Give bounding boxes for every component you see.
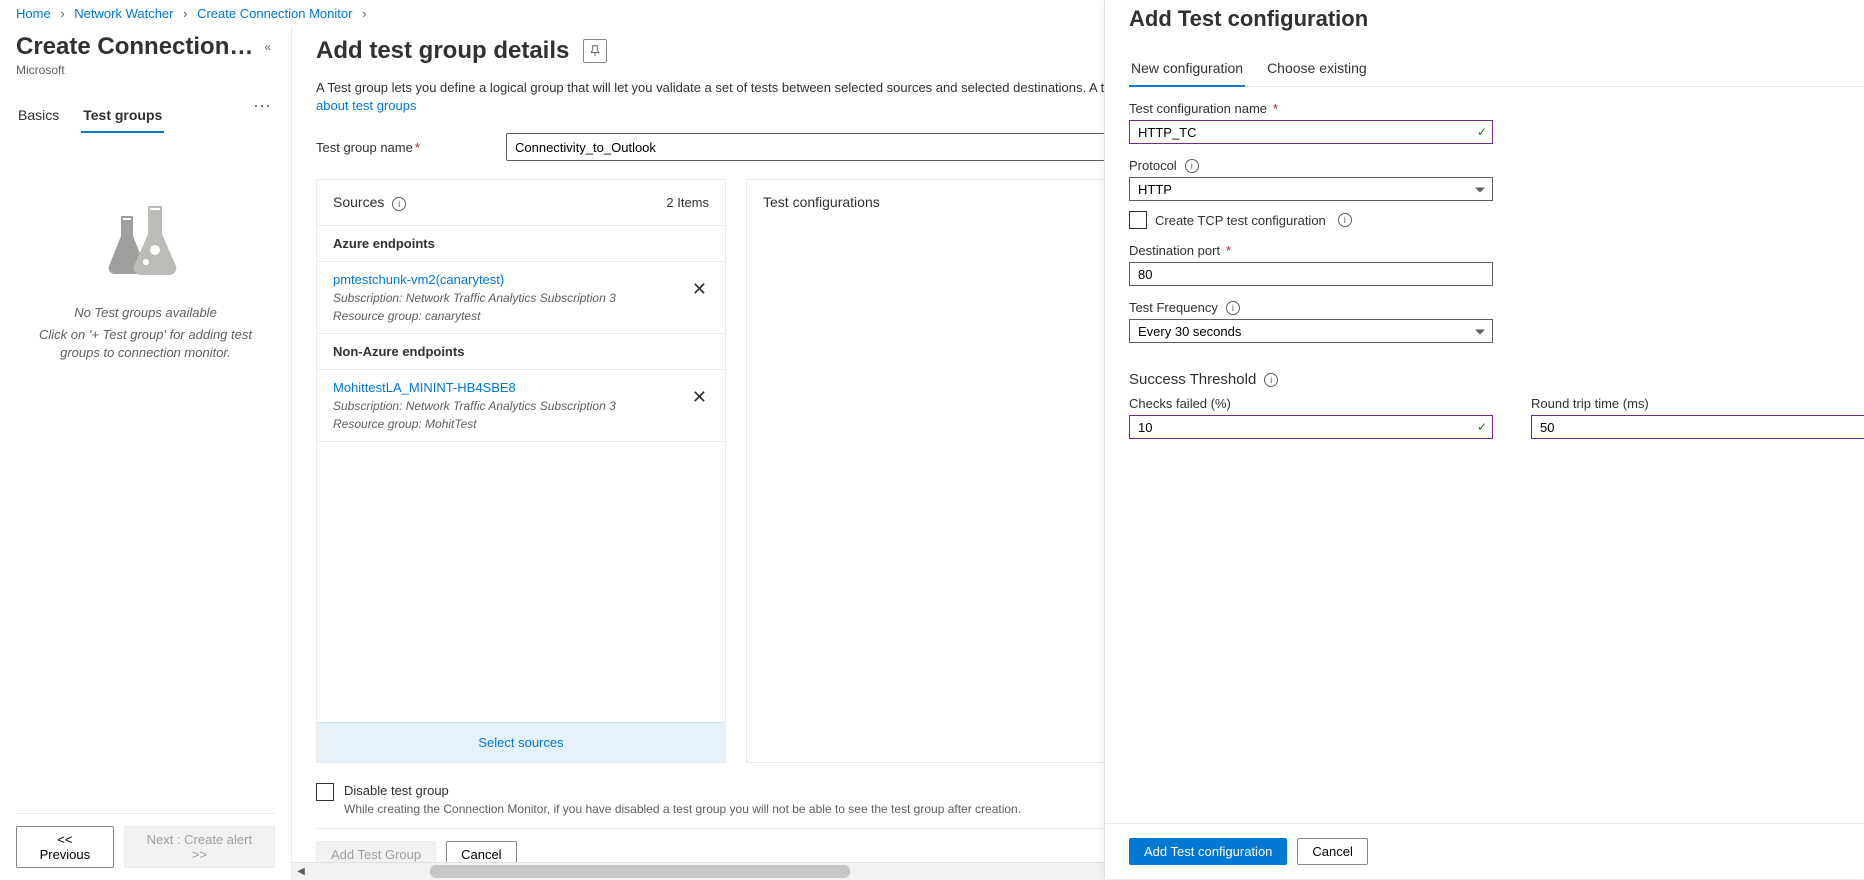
empty-line1: No Test groups available — [74, 304, 217, 322]
tab-new-configuration[interactable]: New configuration — [1129, 52, 1245, 86]
group-name-label: Test group name* — [316, 140, 506, 155]
page-title: Create Connection… — [16, 33, 253, 61]
sources-title: Sources i — [333, 194, 406, 211]
more-icon[interactable]: ··· — [249, 91, 275, 120]
tcp-checkbox-label: Create TCP test configuration — [1155, 213, 1326, 228]
success-threshold-heading: Success Threshold i — [1129, 371, 1864, 388]
disable-checkbox[interactable] — [316, 783, 334, 801]
breadcrumb-network-watcher[interactable]: Network Watcher — [74, 6, 173, 21]
check-icon: ✓ — [1477, 420, 1487, 434]
azure-endpoints-header: Azure endpoints — [317, 226, 725, 262]
info-icon[interactable]: i — [1264, 373, 1278, 387]
remove-endpoint-icon[interactable]: ✕ — [682, 272, 709, 298]
endpoint-resource-group: Resource group: MohitTest — [333, 417, 682, 431]
info-icon[interactable]: i — [1338, 213, 1352, 227]
tab-test-groups[interactable]: Test groups — [81, 101, 164, 133]
endpoint-subscription: Subscription: Network Traffic Analytics … — [333, 399, 682, 413]
breadcrumb-sep-icon: › — [183, 6, 187, 21]
right-footer: Add Test configuration Cancel — [1105, 823, 1864, 879]
sources-box: Sources i 2 Items Azure endpoints pmtest… — [316, 179, 726, 763]
frequency-select[interactable]: Every 30 seconds — [1129, 319, 1493, 343]
scroll-left-icon[interactable]: ◀ — [292, 863, 310, 880]
tab-basics[interactable]: Basics — [16, 101, 61, 133]
pin-icon[interactable] — [583, 39, 607, 63]
empty-line2: Click on '+ Test group' for adding test … — [31, 326, 261, 362]
port-label: Destination port* — [1129, 243, 1493, 258]
protocol-label: Protocol i — [1129, 158, 1493, 173]
select-sources-button[interactable]: Select sources — [317, 722, 725, 762]
next-button: Next : Create alert >> — [124, 826, 275, 868]
breadcrumb-sep-icon: › — [362, 6, 366, 21]
port-input[interactable] — [1129, 262, 1493, 286]
left-footer: << Previous Next : Create alert >> — [16, 813, 275, 880]
right-panel-title: Add Test configuration — [1129, 6, 1864, 32]
left-tabs: Basics Test groups — [16, 101, 164, 134]
add-test-configuration-button[interactable]: Add Test configuration — [1129, 838, 1287, 865]
scrollbar-thumb[interactable] — [430, 865, 850, 878]
protocol-select[interactable]: HTTP — [1129, 177, 1493, 201]
right-panel: Add Test configuration New configuration… — [1104, 0, 1864, 879]
endpoint-name-link[interactable]: MohittestLA_MININT-HB4SBE8 — [333, 380, 682, 395]
breadcrumb-home[interactable]: Home — [16, 6, 51, 21]
frequency-label: Test Frequency i — [1129, 300, 1493, 315]
config-name-label: Test configuration name* — [1129, 101, 1493, 116]
endpoint-name-link[interactable]: pmtestchunk-vm2(canarytest) — [333, 272, 682, 287]
non-azure-endpoints-header: Non-Azure endpoints — [317, 334, 725, 370]
endpoint-item: MohittestLA_MININT-HB4SBE8 Subscription:… — [317, 370, 725, 442]
remove-endpoint-icon[interactable]: ✕ — [682, 380, 709, 406]
rtt-input[interactable] — [1531, 415, 1864, 439]
tcp-checkbox[interactable] — [1129, 211, 1147, 229]
checks-failed-input[interactable] — [1129, 415, 1493, 439]
endpoint-subscription: Subscription: Network Traffic Analytics … — [333, 291, 682, 305]
disable-label: Disable test group — [344, 783, 1021, 798]
empty-state: No Test groups available Click on '+ Tes… — [16, 204, 275, 813]
endpoint-item: pmtestchunk-vm2(canarytest) Subscription… — [317, 262, 725, 334]
previous-button[interactable]: << Previous — [16, 826, 114, 868]
info-icon[interactable]: i — [1226, 301, 1240, 315]
rtt-label: Round trip time (ms) — [1531, 396, 1864, 411]
sources-count: 2 Items — [666, 195, 709, 210]
endpoint-resource-group: Resource group: canarytest — [333, 309, 682, 323]
info-icon[interactable]: i — [392, 197, 406, 211]
page-subtitle: Microsoft — [16, 63, 275, 77]
checks-failed-label: Checks failed (%) — [1129, 396, 1493, 411]
collapse-icon[interactable]: « — [260, 36, 275, 58]
info-icon[interactable]: i — [1185, 159, 1199, 173]
config-name-input[interactable] — [1129, 120, 1493, 144]
check-icon: ✓ — [1477, 125, 1487, 139]
disable-subtext: While creating the Connection Monitor, i… — [344, 802, 1021, 816]
breadcrumb-sep-icon: › — [60, 6, 64, 21]
tab-choose-existing[interactable]: Choose existing — [1265, 52, 1369, 86]
left-panel: Create Connection… « Microsoft Basics Te… — [0, 27, 292, 880]
breadcrumb-create-monitor[interactable]: Create Connection Monitor — [197, 6, 352, 21]
right-tabs: New configuration Choose existing — [1129, 52, 1864, 87]
flask-icon — [96, 204, 196, 284]
center-title: Add test group details — [316, 37, 569, 65]
cancel-button[interactable]: Cancel — [1297, 838, 1367, 865]
